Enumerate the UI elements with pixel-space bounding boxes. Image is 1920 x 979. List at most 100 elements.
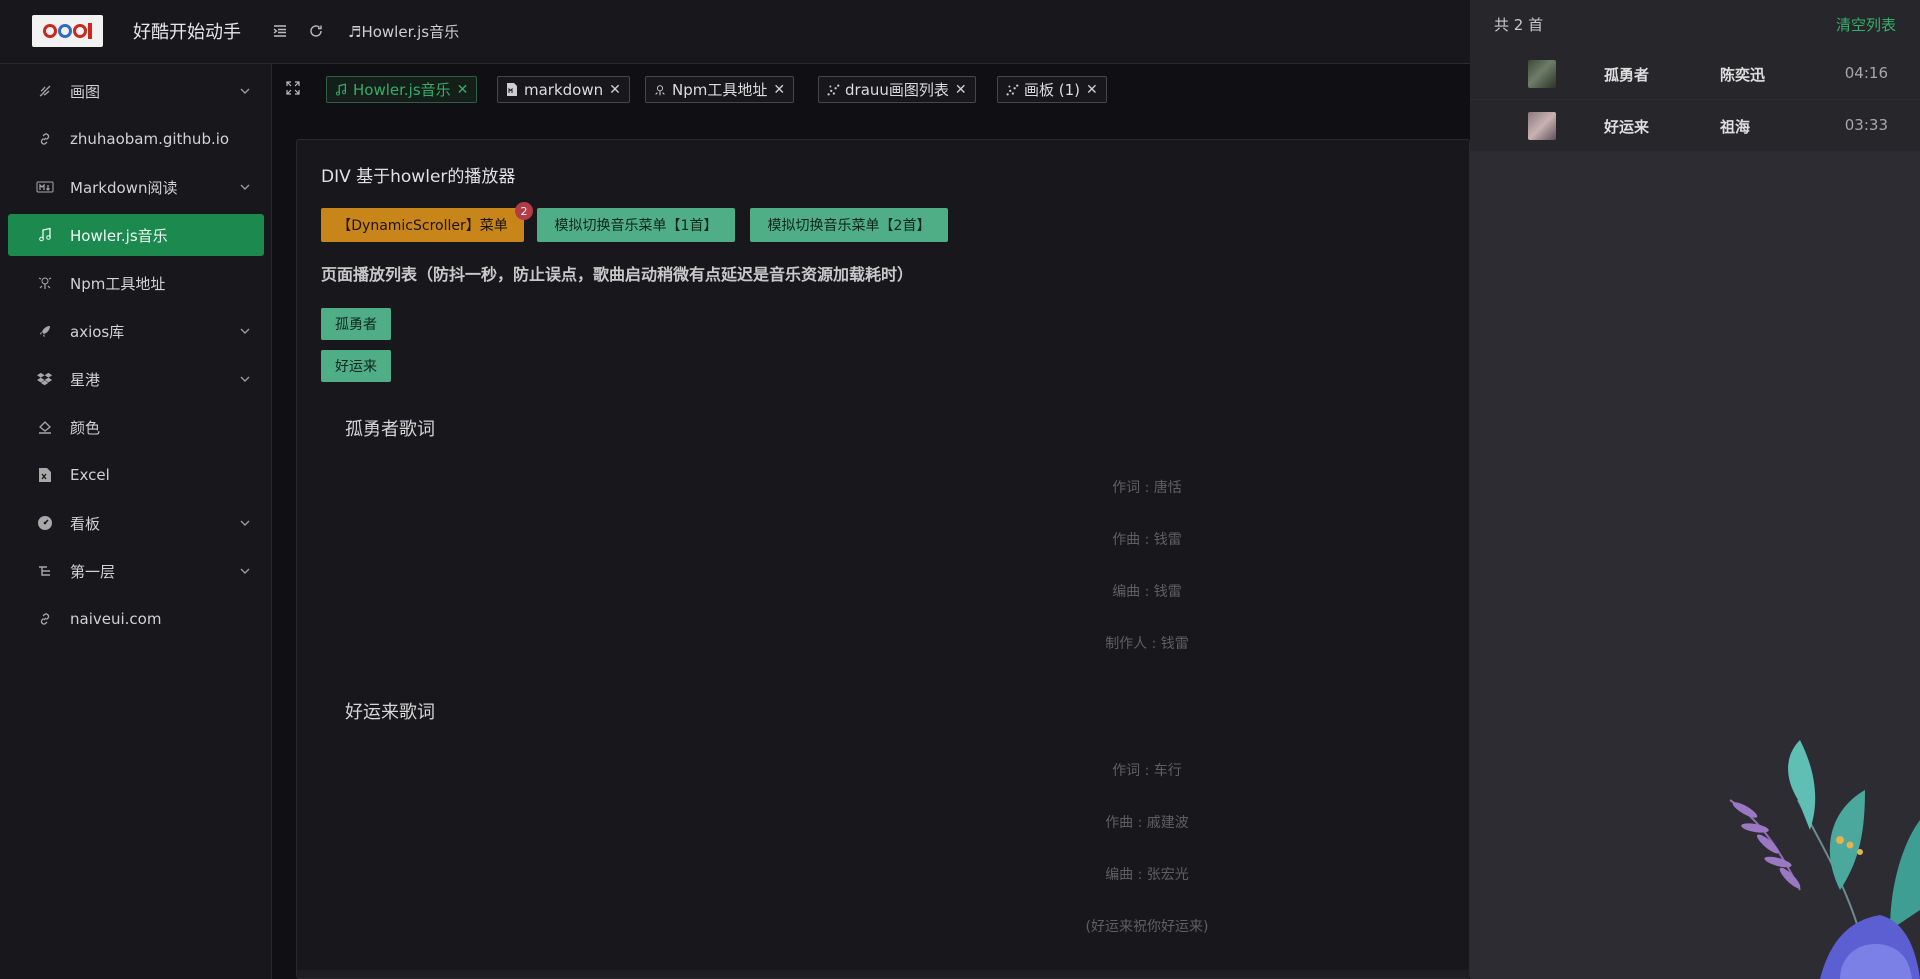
close-icon[interactable]: ✕ <box>457 82 469 98</box>
song-name: 好运来 <box>1604 118 1650 136</box>
sidebar-item-axios[interactable]: axios库 <box>8 310 264 352</box>
sidebar-item-label: Markdown阅读 <box>70 178 178 197</box>
menu-collapse-icon[interactable] <box>271 22 289 40</box>
markdown-icon <box>36 178 54 196</box>
chevron-down-icon[interactable] <box>238 516 252 530</box>
playlist-title: 页面播放列表（防抖一秒，防止误点，歌曲启动稍微有点延迟是音乐资源加载耗时） <box>321 265 914 284</box>
refresh-icon[interactable] <box>307 22 325 40</box>
lyric-line: 作词 : 车行 <box>1112 763 1182 779</box>
plant-illustration <box>1729 740 1920 979</box>
sidebar-item-excel[interactable]: Excel <box>8 454 264 496</box>
sidebar-item-draw[interactable]: 画图 <box>8 70 264 112</box>
music-note-icon <box>36 226 54 244</box>
chevron-down-icon[interactable] <box>238 84 252 98</box>
sidebar-item-dashboard[interactable]: 看板 <box>8 502 264 544</box>
playlist-row[interactable]: 孤勇者 陈奕迅 04:16 <box>1470 48 1920 100</box>
sidebar-item-markdown[interactable]: Markdown阅读 <box>8 166 264 208</box>
tab-label: drauu画图列表 <box>845 81 949 99</box>
tab-label: markdown <box>524 80 604 99</box>
sidebar-item-label: Excel <box>70 466 110 484</box>
logo-bar-l <box>88 23 92 39</box>
tab-label: Npm工具地址 <box>672 81 768 99</box>
lyric-line: (好运来祝你好运来) <box>1085 919 1209 935</box>
dashboard-gauge-icon <box>36 514 54 532</box>
link-icon <box>36 610 54 628</box>
app-logo[interactable] <box>32 15 103 47</box>
sidebar-item-label: zhuhaobam.github.io <box>70 130 230 148</box>
tab-npm[interactable]: Npm工具地址 ✕ <box>645 76 795 103</box>
sidebar-item-naiveui[interactable]: naiveui.com <box>8 598 264 640</box>
song-artist: 祖海 <box>1720 118 1751 136</box>
sidebar-item-star-harbor[interactable]: 星港 <box>8 358 264 400</box>
chevron-down-icon[interactable] <box>238 180 252 194</box>
tab-label: Howler.js音乐 <box>353 81 451 99</box>
logo-ring-o2 <box>73 24 87 38</box>
song-button-haoyunlai[interactable]: 好运来 <box>321 350 391 382</box>
chevron-down-icon[interactable] <box>238 324 252 338</box>
close-icon[interactable]: ✕ <box>609 82 621 98</box>
sidebar-item-label: axios库 <box>70 322 125 341</box>
album-cover <box>1528 60 1556 88</box>
menu-count-badge: 2 <box>515 202 533 220</box>
tab-canvas[interactable]: 画板 (1) ✕ <box>997 76 1107 103</box>
sidebar-item-label: Howler.js音乐 <box>70 226 168 245</box>
lyrics-title: 好运来歌词 <box>345 702 435 723</box>
app-root: 好酷开始动手 ♬Howler.js音乐 画图 zhuhaobam.github.… <box>0 0 1920 979</box>
sidebar-item-label: Npm工具地址 <box>70 274 166 293</box>
song-duration: 03:33 <box>1844 116 1888 134</box>
dynamic-scroller-menu-button[interactable]: 【DynamicScroller】菜单 <box>321 208 524 242</box>
tab-markdown[interactable]: markdown ✕ <box>497 76 630 103</box>
sidebar-item-npm[interactable]: Npm工具地址 <box>8 262 264 304</box>
sidebar-item-color[interactable]: 颜色 <box>8 406 264 448</box>
lyric-line: 编曲 : 钱雷 <box>1112 584 1182 600</box>
switch-menu-one-button[interactable]: 模拟切换音乐菜单【1首】 <box>537 208 735 242</box>
npm-icon <box>652 82 668 98</box>
clear-list-button[interactable]: 清空列表 <box>1836 14 1896 35</box>
lyric-line: 编曲 : 张宏光 <box>1105 867 1189 883</box>
tree-icon <box>36 562 54 580</box>
npm-icon <box>36 274 54 292</box>
song-duration: 04:16 <box>1844 64 1888 82</box>
tab-howler[interactable]: Howler.js音乐 ✕ <box>326 76 478 103</box>
link-icon <box>36 130 54 148</box>
close-icon[interactable]: ✕ <box>1086 82 1098 98</box>
close-icon[interactable]: ✕ <box>955 82 967 98</box>
drawer-header: 共 2 首 清空列表 <box>1470 0 1920 48</box>
logo-ring-o <box>58 24 72 38</box>
dropbox-icon <box>36 370 54 388</box>
scatter-icon <box>1004 82 1020 98</box>
lyric-line: 作曲 : 戚建波 <box>1105 815 1189 831</box>
sidebar-item-first-level[interactable]: 第一层 <box>8 550 264 592</box>
sidebar-item-label: 第一层 <box>70 562 116 581</box>
sidebar-item-howler[interactable]: Howler.js音乐 <box>8 214 264 256</box>
player-card: DIV 基于howler的播放器 【DynamicScroller】菜单 2 模… <box>296 139 1470 979</box>
fullscreen-icon[interactable] <box>285 80 301 96</box>
logo-ring-c <box>43 24 57 38</box>
breadcrumb[interactable]: ♬Howler.js音乐 <box>348 21 459 42</box>
playlist-row[interactable]: 好运来 祖海 03:33 <box>1470 100 1920 152</box>
sidebar-item-github[interactable]: zhuhaobam.github.io <box>8 118 264 160</box>
sidebar-item-label: 画图 <box>70 82 101 101</box>
song-count: 共 2 首 <box>1494 16 1544 34</box>
sidebar-item-label: naiveui.com <box>70 610 162 628</box>
close-icon[interactable]: ✕ <box>773 82 785 98</box>
tab-label: 画板 (1) <box>1024 81 1081 99</box>
song-artist: 陈奕迅 <box>1720 66 1766 84</box>
chevron-down-icon[interactable] <box>238 372 252 386</box>
chevron-down-icon[interactable] <box>238 564 252 578</box>
paint-bucket-icon <box>36 418 54 436</box>
switch-menu-two-button[interactable]: 模拟切换音乐菜单【2首】 <box>750 208 948 242</box>
card-scrollbar-track[interactable] <box>297 970 1469 978</box>
lyric-line: 作词 : 唐恬 <box>1112 480 1182 496</box>
excel-file-icon <box>36 466 54 484</box>
song-button-guyongzhe[interactable]: 孤勇者 <box>321 308 391 340</box>
lyric-line: 作曲 : 钱雷 <box>1112 532 1182 548</box>
scatter-icon <box>825 82 841 98</box>
sidebar-item-label: 看板 <box>70 514 101 533</box>
sidebar: 画图 zhuhaobam.github.io Markdown阅读 Howler… <box>0 64 272 979</box>
song-name: 孤勇者 <box>1604 66 1650 84</box>
markdown-file-icon <box>504 82 520 98</box>
tab-drauu[interactable]: drauu画图列表 ✕ <box>818 76 976 103</box>
top-header: 好酷开始动手 ♬Howler.js音乐 <box>0 0 1470 64</box>
sidebar-item-label: 星港 <box>70 370 101 389</box>
